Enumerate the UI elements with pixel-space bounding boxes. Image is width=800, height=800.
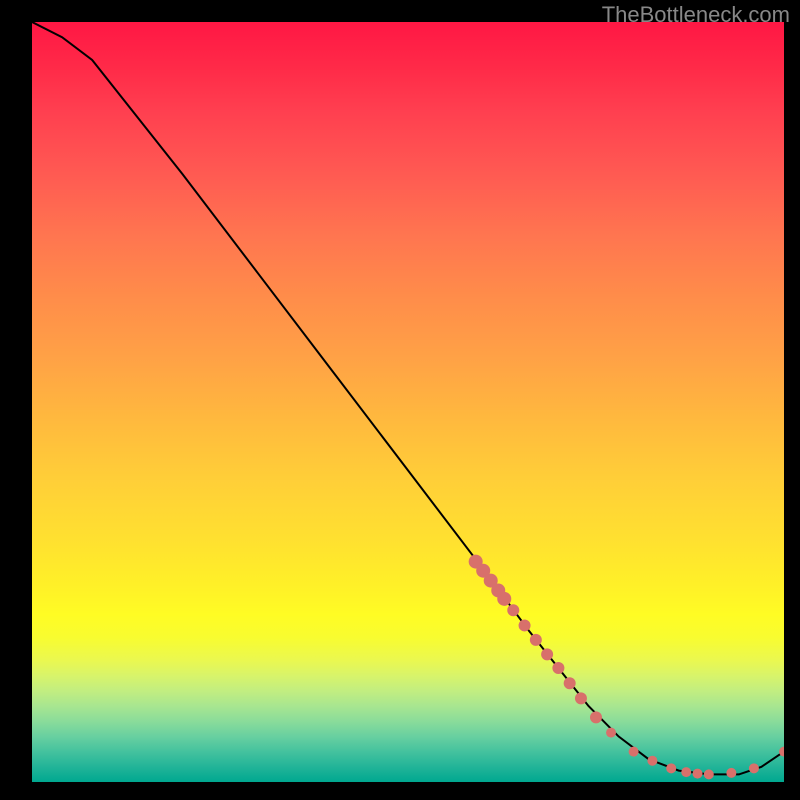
chart-marker (681, 767, 691, 777)
chart-curve (32, 22, 784, 774)
chart-markers (469, 555, 784, 780)
chart-marker (552, 662, 564, 674)
chart-marker (647, 756, 657, 766)
chart-marker (519, 619, 531, 631)
chart-marker (629, 747, 639, 757)
chart-marker (693, 769, 703, 779)
chart-marker (507, 604, 519, 616)
chart-marker (575, 692, 587, 704)
chart-plot-area (32, 22, 784, 782)
chart-marker (749, 763, 759, 773)
chart-marker (530, 634, 542, 646)
chart-marker (666, 763, 676, 773)
chart-svg (32, 22, 784, 782)
chart-marker (497, 592, 511, 606)
chart-marker (606, 728, 616, 738)
attribution-text: TheBottleneck.com (602, 2, 790, 28)
chart-marker (564, 677, 576, 689)
chart-marker (704, 769, 714, 779)
chart-marker (541, 648, 553, 660)
chart-marker (590, 711, 602, 723)
chart-marker (726, 768, 736, 778)
